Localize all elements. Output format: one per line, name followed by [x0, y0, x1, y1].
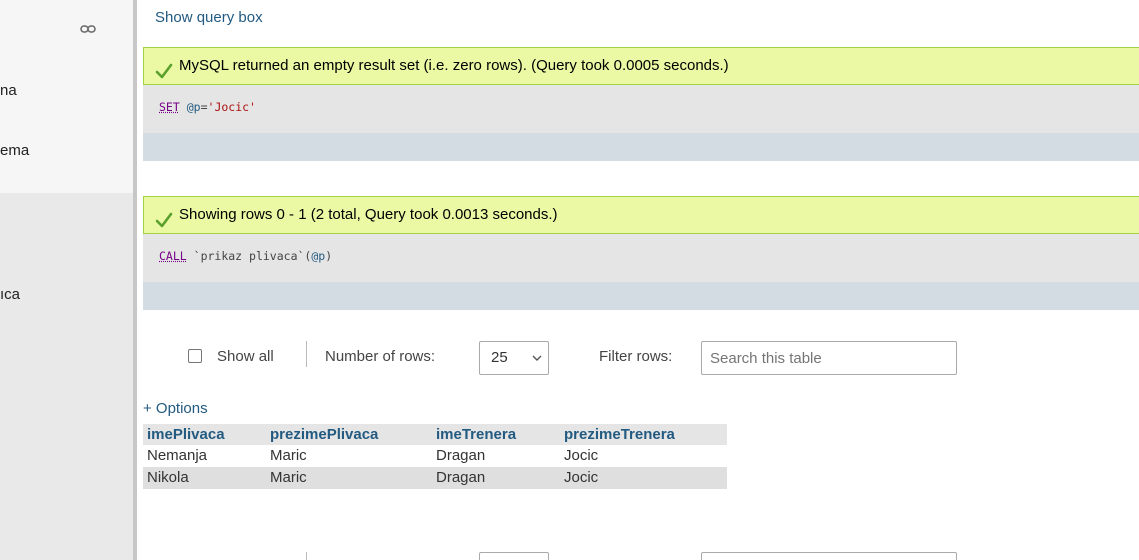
results-table: imePlivaca prezimePlivaca imeTrenera pre… [143, 424, 727, 489]
sql-paren-close: ) [325, 249, 333, 263]
table-row[interactable]: Nikola Maric Dragan Jocic [143, 467, 727, 489]
sql-code: CALL `prikaz plivaca`(@p) [159, 249, 332, 263]
number-of-rows-value: 25 [491, 349, 508, 366]
chevron-down-icon [531, 351, 543, 367]
table-row[interactable]: Nemanja Maric Dragan Jocic [143, 445, 727, 467]
separator [306, 552, 307, 560]
sidebar-top-panel [0, 0, 133, 193]
column-header-imePlivaca[interactable]: imePlivaca [143, 424, 266, 445]
separator [306, 341, 307, 367]
sidebar-item-ica[interactable]: ıca [0, 286, 20, 303]
success-message-text: MySQL returned an empty result set (i.e.… [179, 57, 729, 74]
success-message: Showing rows 0 - 1 (2 total, Query took … [143, 196, 1139, 234]
number-of-rows-select-bottom[interactable] [479, 552, 549, 560]
table-cell: Nikola [143, 467, 266, 489]
table-cell: Dragan [432, 445, 560, 467]
column-header-prezimePlivaca[interactable]: prezimePlivaca [266, 424, 432, 445]
sql-code: SET @p='Jocic' [159, 100, 256, 114]
sql-string: 'Jocic' [207, 100, 256, 114]
query-result-1: MySQL returned an empty result set (i.e.… [143, 47, 1139, 161]
filter-rows-search-input[interactable] [701, 341, 957, 375]
sql-toolbar [143, 282, 1139, 310]
sql-keyword[interactable]: CALL [159, 249, 187, 263]
table-cell: Maric [266, 445, 432, 467]
show-all-checkbox[interactable] [188, 349, 202, 363]
sql-variable: @p [311, 249, 326, 263]
table-cell: Maric [266, 467, 432, 489]
options-toggle-link[interactable]: + Options [143, 400, 208, 417]
sql-operator: = [200, 100, 208, 114]
filter-rows-label: Filter rows: [599, 348, 673, 365]
sql-query-box: CALL `prikaz plivaca`(@p) [143, 234, 1139, 282]
table-header-row: imePlivaca prezimePlivaca imeTrenera pre… [143, 424, 727, 445]
sql-toolbar [143, 133, 1139, 161]
filter-rows-search-input-bottom[interactable] [701, 552, 957, 560]
number-of-rows-select[interactable]: 25 [479, 341, 549, 375]
table-cell: Jocic [560, 445, 727, 467]
sql-keyword[interactable]: SET [159, 100, 180, 114]
query-result-2: Showing rows 0 - 1 (2 total, Query took … [143, 196, 1139, 310]
show-all-label[interactable]: Show all [217, 348, 274, 365]
table-cell: Jocic [560, 467, 727, 489]
column-header-prezimeTrenera[interactable]: prezimeTrenera [560, 424, 727, 445]
number-of-rows-label: Number of rows: [325, 348, 436, 365]
sql-query-box: SET @p='Jocic' [143, 85, 1139, 133]
table-cell: Nemanja [143, 445, 266, 467]
show-query-box-link[interactable]: Show query box [155, 9, 263, 26]
link-icon[interactable] [80, 21, 96, 37]
success-message: MySQL returned an empty result set (i.e.… [143, 47, 1139, 85]
column-header-imeTrenera[interactable]: imeTrenera [432, 424, 560, 445]
sql-variable: @p [186, 100, 201, 114]
sidebar-item-na[interactable]: na [0, 82, 17, 99]
success-message-text: Showing rows 0 - 1 (2 total, Query took … [179, 206, 558, 223]
sidebar-resize-handle[interactable] [133, 0, 137, 560]
sidebar-item-ema[interactable]: ema [0, 142, 29, 159]
sql-procedure-name: `prikaz plivaca` [193, 249, 305, 263]
table-cell: Dragan [432, 467, 560, 489]
